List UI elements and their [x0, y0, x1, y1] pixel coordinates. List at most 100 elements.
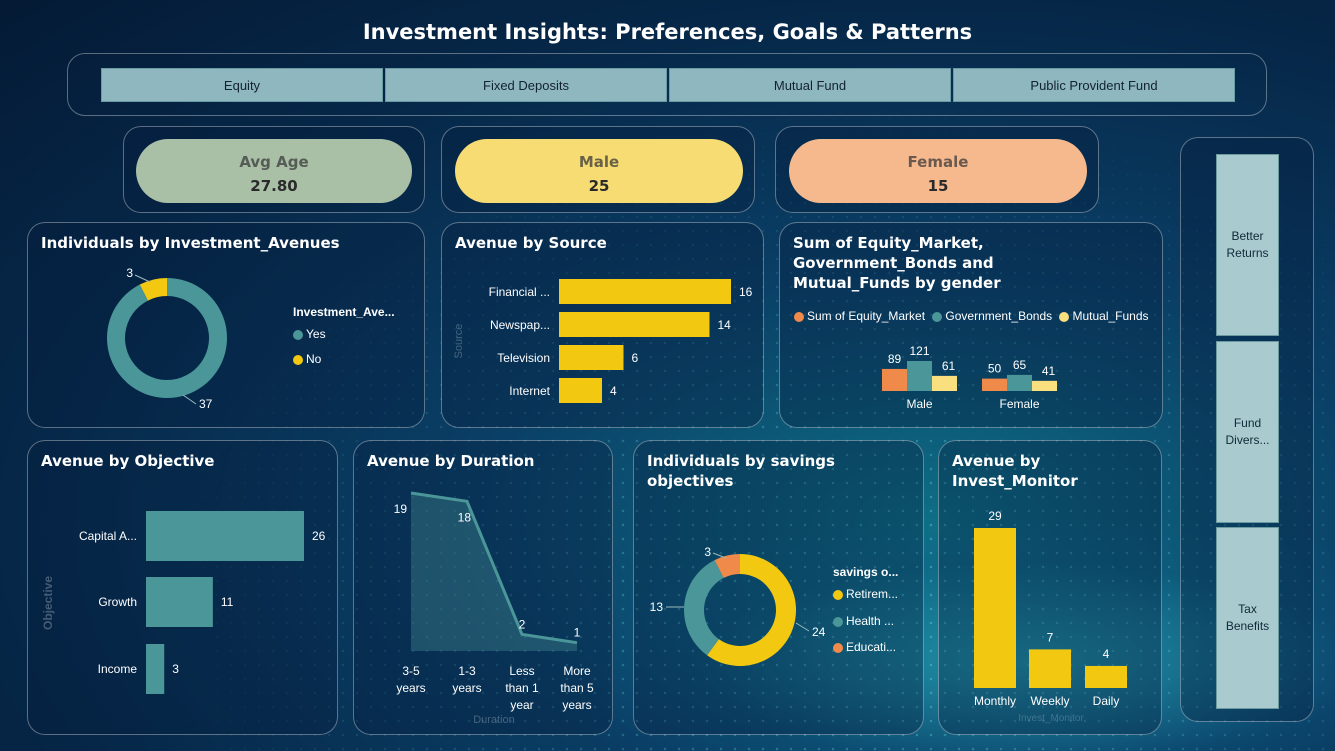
- legend-dot-education: [833, 642, 843, 653]
- kpi-avg-age-label: Avg Age: [239, 153, 309, 171]
- legend-item-yes[interactable]: Yes: [293, 327, 326, 341]
- category-label-2-line0: Less: [509, 664, 534, 678]
- category-label-1-line1: years: [452, 681, 481, 695]
- legend-item-retirement[interactable]: Retirem...: [833, 587, 898, 601]
- kpi-avg-age-card: Avg Age 27.80: [136, 139, 412, 203]
- data-label-female-s2: 41: [1042, 364, 1056, 378]
- bar-1: [1029, 649, 1071, 688]
- category-label-1: Newspap...: [490, 318, 550, 332]
- leader-line-yes: [182, 394, 197, 405]
- kpi-avg-age-value: 27.80: [250, 177, 298, 195]
- objective-chart: Objective Capital A... 26 Growth 11 Income 3: [41, 511, 326, 694]
- kpi-female-label: Female: [907, 153, 969, 171]
- data-label-0: 26: [312, 529, 326, 543]
- category-label-female: Female: [999, 397, 1039, 411]
- gender-sums-chart: 89 121 61 Male 50 65 41 Female: [882, 344, 1057, 411]
- data-label-0: 19: [394, 502, 408, 516]
- gender-sums-panel: Sum of Equity_Market, Government_Bonds a…: [779, 222, 1163, 428]
- legend-item-education[interactable]: Educati...: [833, 640, 896, 654]
- legend-dot-no: [293, 354, 303, 365]
- legend-dot-yes: [293, 329, 303, 340]
- category-label-0: Capital A...: [79, 529, 137, 543]
- category-label-3-line2: years: [562, 698, 591, 712]
- investment-avenues-legend-title: Investment_Ave...: [293, 305, 395, 319]
- category-label-1: Weekly: [1030, 694, 1069, 708]
- data-label-3: 4: [610, 384, 617, 398]
- bar-0: [146, 511, 304, 561]
- leader-line-no: [134, 274, 151, 283]
- monitor-axis-title: Invest_Monitor: [1018, 713, 1084, 724]
- donut-slice-yes: [107, 278, 228, 398]
- bar-3: [559, 378, 602, 403]
- category-label-2-line2: year: [510, 698, 533, 712]
- leader-line-retirement: [795, 622, 810, 632]
- legend-item-health[interactable]: Health ...: [833, 614, 894, 628]
- data-label-health: 13: [650, 600, 664, 614]
- slicer-ppf[interactable]: Public Provident Fund: [953, 68, 1235, 102]
- legend-dot-health: [833, 616, 843, 627]
- investment-avenues-chart: 37 3: [107, 266, 228, 411]
- legend-label-education: Educati...: [846, 640, 897, 654]
- slicer-equity[interactable]: Equity: [101, 68, 383, 102]
- kpi-female-card: Female 15: [789, 139, 1087, 203]
- data-label-yes: 37: [199, 397, 213, 411]
- benefit-fund-diversification[interactable]: Fund Divers...: [1216, 341, 1279, 523]
- bar-2: [146, 644, 165, 694]
- data-label-male-s1: 121: [909, 344, 929, 358]
- kpi-female-value: 15: [927, 177, 949, 195]
- category-label-3-line1: than 5: [560, 681, 594, 695]
- investment-avenues-panel: Individuals by Investment_Avenues 37 3 In…: [27, 222, 425, 428]
- kpi-male-panel: Male 25: [441, 126, 755, 213]
- data-label-0: 16: [739, 285, 753, 299]
- data-label-no: 3: [126, 266, 133, 280]
- kpi-avg-age-panel: Avg Age 27.80: [123, 126, 425, 213]
- category-label-0-line0: 3-5: [402, 664, 420, 678]
- source-chart: Source Financial ... 16 Newspap... 14 Televis…: [453, 279, 753, 403]
- data-label-2: 2: [519, 617, 526, 631]
- legend-label-retirement: Retirem...: [846, 587, 899, 601]
- category-label-0: Financial ...: [489, 285, 550, 299]
- monitor-panel: Avenue by Invest_Monitor 29 Monthly 7 Weekl…: [938, 440, 1162, 735]
- slicer-mutual-fund[interactable]: Mutual Fund: [669, 68, 951, 102]
- objective-panel: Avenue by Objective Objective Capital A..…: [27, 440, 338, 735]
- page-title: Investment Insights: Preferences, Goals …: [362, 20, 973, 44]
- kpi-female-panel: Female 15: [775, 126, 1099, 213]
- category-label-2-line1: than 1: [505, 681, 539, 695]
- savings-panel: Individuals by savings objectives 24 13 3 …: [633, 440, 924, 735]
- bar-female-s1: [1007, 374, 1032, 391]
- data-label-retirement: 24: [812, 625, 826, 639]
- benefit-tax-benefits[interactable]: Tax Benefits: [1216, 527, 1279, 709]
- category-label-3-line0: More: [563, 664, 591, 678]
- data-label-2: 4: [1103, 647, 1110, 661]
- bar-female-s0: [982, 378, 1007, 391]
- bar-1: [146, 577, 213, 627]
- legend-label-no: No: [306, 352, 322, 366]
- category-label-1: Growth: [98, 595, 137, 609]
- data-label-female-s1: 65: [1013, 358, 1027, 372]
- legend-label-health: Health ...: [846, 614, 895, 628]
- bar-female-s2: [1032, 380, 1057, 391]
- benefit-better-returns[interactable]: Better Returns: [1216, 154, 1279, 336]
- monitor-chart: 29 Monthly 7 Weekly 4 Daily Invest_Monitor: [974, 509, 1127, 724]
- legend-item-no[interactable]: No: [293, 352, 321, 366]
- duration-area: [411, 493, 577, 651]
- duration-axis-title: Duration: [473, 714, 515, 726]
- bar-male-s0: [882, 368, 907, 391]
- bar-male-s2: [932, 375, 957, 391]
- data-label-1: 7: [1047, 630, 1054, 644]
- source-axis-title: Source: [453, 324, 465, 359]
- duration-chart: 19 18 2 1 3-5 years 1-3 years Less than 1 year More…: [394, 491, 594, 726]
- legend-label-yes: Yes: [306, 327, 326, 341]
- legend-dot-retirement: [833, 589, 843, 600]
- slicer-fixed-deposits[interactable]: Fixed Deposits: [385, 68, 667, 102]
- category-label-2: Daily: [1093, 694, 1120, 708]
- data-label-1: 14: [718, 318, 732, 332]
- duration-panel: Avenue by Duration 19 18 2 1 3-5 years 1-3 year…: [353, 440, 613, 735]
- category-label-2: Television: [497, 351, 550, 365]
- bar-2: [1085, 665, 1127, 688]
- bar-1: [559, 312, 710, 337]
- kpi-male-card: Male 25: [455, 139, 743, 203]
- category-label-1-line0: 1-3: [458, 664, 476, 678]
- category-label-male: Male: [906, 397, 932, 411]
- data-label-2: 6: [632, 351, 639, 365]
